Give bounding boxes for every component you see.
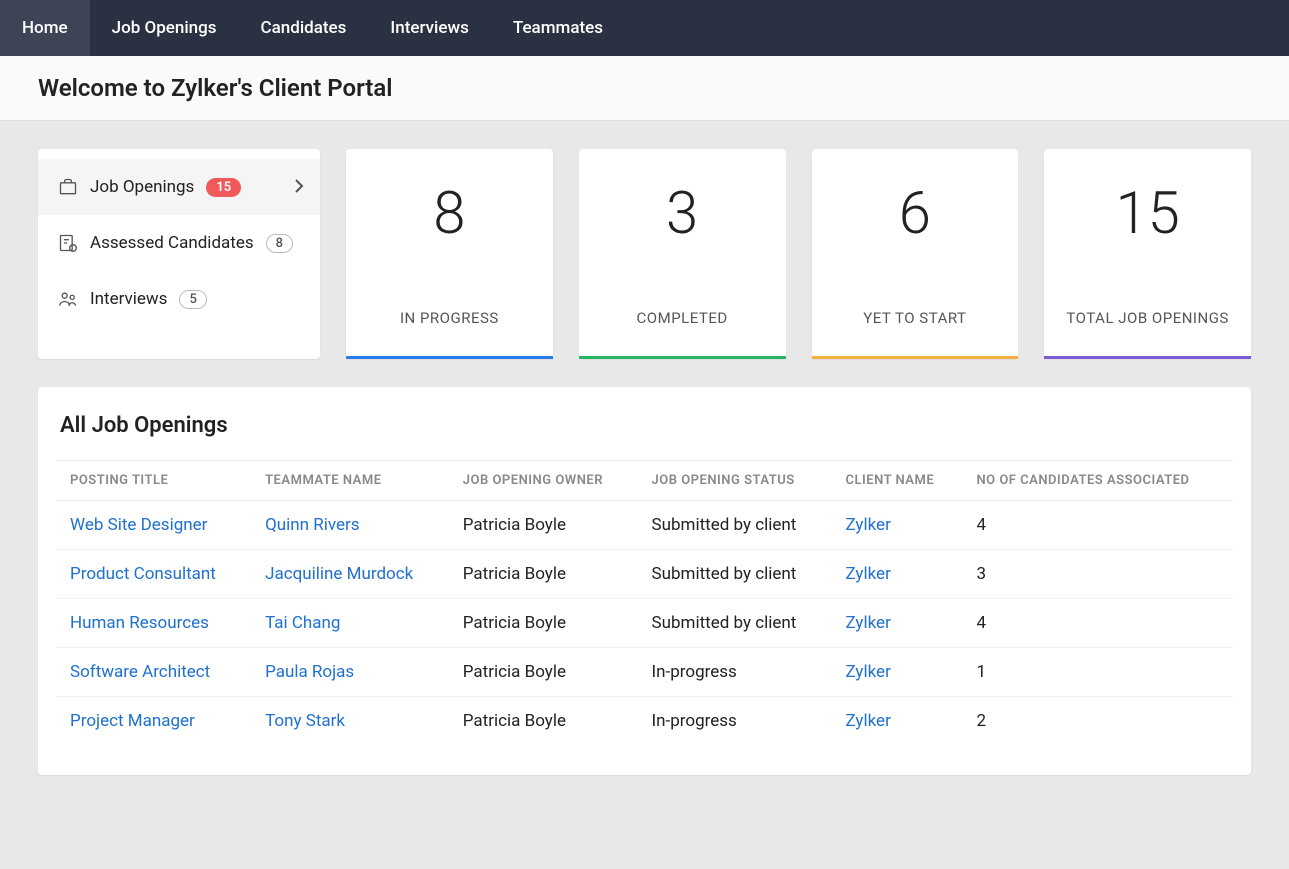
cell-teammate[interactable]: Paula Rojas: [251, 648, 449, 697]
job-openings-table-card: All Job Openings POSTING TITLE TEAMMATE …: [38, 387, 1251, 775]
header-bar: Welcome to Zylker's Client Portal: [0, 56, 1289, 121]
cell-posting-title[interactable]: Project Manager: [56, 697, 251, 746]
stat-label: IN PROGRESS: [356, 307, 543, 330]
cell-owner: Patricia Boyle: [449, 599, 638, 648]
sidebar-item-assessed-candidates[interactable]: Assessed Candidates 8: [38, 215, 320, 271]
stat-underline: [812, 356, 1019, 359]
cell-status: Submitted by client: [638, 501, 832, 550]
cell-owner: Patricia Boyle: [449, 648, 638, 697]
cell-status: In-progress: [638, 648, 832, 697]
cell-client[interactable]: Zylker: [831, 697, 962, 746]
cell-status: In-progress: [638, 697, 832, 746]
cell-owner: Patricia Boyle: [449, 501, 638, 550]
cell-status: Submitted by client: [638, 599, 832, 648]
th-posting-title[interactable]: POSTING TITLE: [56, 461, 251, 501]
nav-candidates[interactable]: Candidates: [239, 0, 369, 56]
cell-client[interactable]: Zylker: [831, 501, 962, 550]
table-row[interactable]: Product ConsultantJacquiline MurdockPatr…: [56, 550, 1233, 599]
cell-candidates: 1: [962, 648, 1233, 697]
stat-underline: [579, 356, 786, 359]
badge-count: 8: [266, 234, 293, 253]
cell-candidates: 2: [962, 697, 1233, 746]
table-row[interactable]: Human ResourcesTai ChangPatricia BoyleSu…: [56, 599, 1233, 648]
cell-client[interactable]: Zylker: [831, 550, 962, 599]
badge-count: 5: [179, 290, 206, 309]
cell-teammate[interactable]: Jacquiline Murdock: [251, 550, 449, 599]
cell-client[interactable]: Zylker: [831, 648, 962, 697]
cell-teammate[interactable]: Tai Chang: [251, 599, 449, 648]
th-client-name[interactable]: CLIENT NAME: [831, 461, 962, 501]
nav-home[interactable]: Home: [0, 0, 90, 56]
chevron-right-icon: [294, 178, 304, 197]
cell-owner: Patricia Boyle: [449, 697, 638, 746]
job-openings-table: POSTING TITLE TEAMMATE NAME JOB OPENING …: [56, 460, 1233, 745]
cell-teammate[interactable]: Tony Stark: [251, 697, 449, 746]
cell-posting-title[interactable]: Web Site Designer: [56, 501, 251, 550]
cell-status: Submitted by client: [638, 550, 832, 599]
stat-label: COMPLETED: [589, 307, 776, 330]
sidebar-item-label: Interviews: [90, 289, 167, 309]
cell-candidates: 4: [962, 501, 1233, 550]
table-title: All Job Openings: [56, 413, 1233, 438]
th-job-opening-status[interactable]: JOB OPENING STATUS: [638, 461, 832, 501]
stat-label: TOTAL JOB OPENINGS: [1054, 307, 1241, 330]
stat-value: 15: [1054, 185, 1241, 243]
cell-owner: Patricia Boyle: [449, 550, 638, 599]
stat-card-completed[interactable]: 3 COMPLETED: [579, 149, 786, 359]
stat-value: 6: [822, 185, 1009, 243]
stat-underline: [346, 356, 553, 359]
nav-teammates[interactable]: Teammates: [491, 0, 625, 56]
stat-label: YET TO START: [822, 307, 1009, 330]
th-job-opening-owner[interactable]: JOB OPENING OWNER: [449, 461, 638, 501]
stat-underline: [1044, 356, 1251, 359]
cell-posting-title[interactable]: Product Consultant: [56, 550, 251, 599]
nav-job-openings[interactable]: Job Openings: [90, 0, 239, 56]
stat-card-total-job-openings[interactable]: 15 TOTAL JOB OPENINGS: [1044, 149, 1251, 359]
stat-cards: 8 IN PROGRESS 3 COMPLETED 6 YET TO START…: [346, 149, 1251, 359]
people-icon: [58, 289, 78, 309]
stat-card-in-progress[interactable]: 8 IN PROGRESS: [346, 149, 553, 359]
briefcase-icon: [58, 177, 78, 197]
th-candidates[interactable]: NO OF CANDIDATES ASSOCIATED: [962, 461, 1233, 501]
cell-posting-title[interactable]: Human Resources: [56, 599, 251, 648]
sidebar-item-job-openings[interactable]: Job Openings 15: [38, 159, 320, 215]
table-header-row: POSTING TITLE TEAMMATE NAME JOB OPENING …: [56, 461, 1233, 501]
th-teammate-name[interactable]: TEAMMATE NAME: [251, 461, 449, 501]
sidebar-item-label: Assessed Candidates: [90, 233, 254, 253]
cell-candidates: 3: [962, 550, 1233, 599]
cell-teammate[interactable]: Quinn Rivers: [251, 501, 449, 550]
nav-interviews[interactable]: Interviews: [368, 0, 490, 56]
assessed-icon: [58, 233, 78, 253]
table-row[interactable]: Project ManagerTony StarkPatricia BoyleI…: [56, 697, 1233, 746]
table-row[interactable]: Software ArchitectPaula RojasPatricia Bo…: [56, 648, 1233, 697]
table-row[interactable]: Web Site DesignerQuinn RiversPatricia Bo…: [56, 501, 1233, 550]
cell-client[interactable]: Zylker: [831, 599, 962, 648]
sidebar-card: Job Openings 15 Assessed Candidates 8 In…: [38, 149, 320, 359]
top-nav: Home Job Openings Candidates Interviews …: [0, 0, 1289, 56]
stat-card-yet-to-start[interactable]: 6 YET TO START: [812, 149, 1019, 359]
sidebar-item-label: Job Openings: [90, 177, 194, 197]
page-title: Welcome to Zylker's Client Portal: [38, 74, 1251, 102]
sidebar-item-interviews[interactable]: Interviews 5: [38, 271, 320, 327]
badge-count: 15: [206, 178, 241, 197]
cell-candidates: 4: [962, 599, 1233, 648]
stat-value: 3: [589, 185, 776, 243]
stat-value: 8: [356, 185, 543, 243]
cell-posting-title[interactable]: Software Architect: [56, 648, 251, 697]
